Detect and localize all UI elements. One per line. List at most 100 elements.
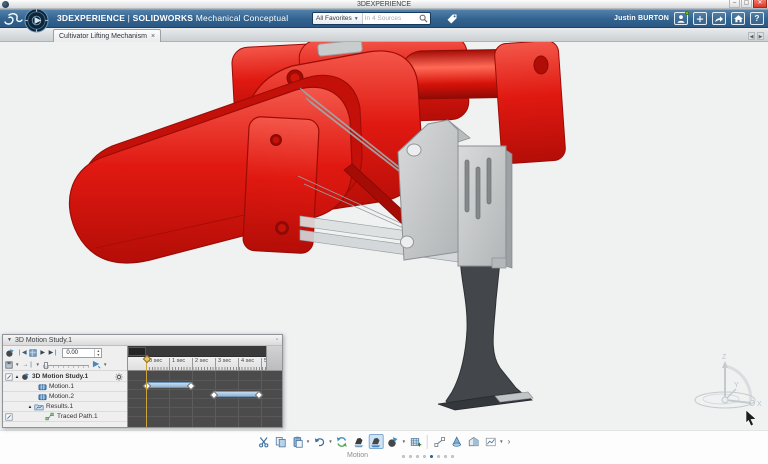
tree-label: Traced Path.1	[55, 413, 98, 420]
edit-state-icon	[5, 373, 13, 381]
page-dot[interactable]	[409, 455, 412, 458]
dropdown-caret[interactable]: ▼	[306, 439, 310, 444]
tree-row-motion1[interactable]: Motion.1	[3, 382, 127, 392]
timeline-corner[interactable]	[266, 346, 282, 371]
paste-button[interactable]	[290, 434, 305, 449]
shank-bracket[interactable]	[398, 120, 512, 268]
spinner-arrows[interactable]: ▲▼	[94, 349, 101, 357]
time-spinner[interactable]: 0.00 ▲▼	[62, 348, 102, 358]
dropdown-caret[interactable]: ▼	[402, 439, 406, 444]
search-button[interactable]	[417, 13, 430, 24]
tree-row-results[interactable]: ▲ Results.1	[3, 402, 127, 412]
copy-button[interactable]	[273, 434, 288, 449]
playback-icon	[387, 436, 399, 448]
undo-button[interactable]	[312, 434, 327, 449]
animate-button[interactable]	[352, 434, 367, 449]
window-title: 3DEXPERIENCE	[0, 0, 768, 9]
edit-state-icon	[5, 413, 13, 421]
maximize-button[interactable]: ▢	[741, 0, 752, 8]
tab-close-icon[interactable]: ×	[151, 33, 155, 40]
time-value: 0.00	[63, 350, 94, 356]
share-button[interactable]	[712, 12, 726, 25]
go-to-end-button[interactable]: ▶❘	[49, 348, 59, 358]
expand-arrow-icon[interactable]: ▲	[27, 404, 33, 409]
brand-solidworks: SOLIDWORKS	[133, 13, 194, 23]
page-dot[interactable]	[451, 455, 454, 458]
play-button[interactable]: ▶	[39, 348, 47, 358]
timeline-bar[interactable]	[213, 391, 260, 397]
dropdown-caret[interactable]: ▼	[328, 439, 332, 444]
motion-timeline[interactable]: 0 sec 1 sec 2 sec 3 sec 4 sec 5 sec	[127, 346, 282, 427]
more-tools-chevron[interactable]: ›	[506, 437, 513, 446]
dropdown-caret[interactable]: ▼	[103, 362, 107, 367]
3dcompass-button[interactable]	[24, 8, 49, 33]
brand-3dexperience: 3DEXPERIENCE	[57, 13, 125, 23]
mouse-cursor	[745, 410, 757, 427]
section-button[interactable]	[449, 434, 464, 449]
go-to-start-button[interactable]: ❘◀	[17, 348, 27, 358]
speed-slider[interactable]	[43, 361, 89, 369]
robot-triad-icon[interactable]: Z Y X	[691, 352, 763, 416]
mechanism-button[interactable]	[408, 434, 423, 449]
results-folder-icon	[34, 403, 44, 411]
time-cursor[interactable]	[146, 357, 147, 427]
prism-house-icon	[468, 436, 480, 448]
page-dot[interactable]	[437, 455, 440, 458]
page-dot[interactable]	[402, 455, 405, 458]
motion-mode-button[interactable]	[369, 434, 384, 449]
help-button[interactable]: ?	[750, 12, 764, 25]
tab-scroll-left[interactable]: ◀	[748, 32, 755, 40]
cut-button[interactable]	[256, 434, 271, 449]
timeline-scroll-thumb[interactable]	[128, 347, 146, 356]
minimize-button[interactable]: –	[729, 0, 740, 8]
page-dot[interactable]	[430, 455, 433, 458]
timeline-rows[interactable]	[128, 371, 282, 427]
timeline-scrollband[interactable]	[128, 346, 282, 357]
calculate-button[interactable]	[92, 360, 101, 370]
chart-button[interactable]	[483, 434, 498, 449]
measure-button[interactable]	[432, 434, 447, 449]
tag-button[interactable]	[444, 12, 459, 25]
dropdown-caret[interactable]: ▼	[15, 362, 19, 367]
tree-row-traced-path[interactable]: Traced Path.1	[3, 412, 127, 422]
collapse-chevron-icon[interactable]: ▼	[7, 337, 12, 343]
toolbar-separator	[427, 435, 428, 449]
add-content-button[interactable]	[693, 12, 707, 25]
page-dot[interactable]	[444, 455, 447, 458]
cultivator-shank[interactable]	[438, 256, 533, 410]
slider-handle[interactable]	[44, 362, 48, 369]
keyframe-button[interactable]	[29, 348, 37, 358]
user-icon	[676, 14, 686, 24]
home-icon	[733, 13, 744, 24]
tree-row-study[interactable]: ▲ 3D Motion Study.1	[3, 372, 127, 382]
panel-menu-icon[interactable]: ▫	[276, 337, 278, 343]
tree-label: Results.1	[44, 403, 73, 410]
motion-mode-icon	[370, 436, 382, 448]
playback-button[interactable]	[386, 434, 401, 449]
shaded-view-button[interactable]	[466, 434, 481, 449]
chart-icon	[485, 436, 497, 448]
search-scope-label: All Favorites	[316, 15, 352, 22]
dropdown-caret[interactable]: ▼	[499, 439, 503, 444]
timeline-bar[interactable]	[146, 382, 192, 388]
chevron-down-icon: ▼	[354, 16, 359, 22]
tab-scroll-right[interactable]: ▶	[757, 32, 764, 40]
close-button[interactable]: ✕	[753, 0, 767, 8]
dropdown-caret[interactable]: ▼	[36, 362, 40, 367]
home-button[interactable]	[731, 12, 745, 25]
search-scope-dropdown[interactable]: All Favorites ▼	[313, 13, 363, 24]
update-button[interactable]	[335, 434, 350, 449]
tree-row-motion2[interactable]: Motion.2	[3, 392, 127, 402]
document-tab[interactable]: Cultivator Lifting Mechanism ×	[53, 29, 161, 42]
save-animation-button[interactable]	[5, 360, 13, 370]
user-profile-button[interactable]	[674, 12, 688, 25]
tree-label: Motion.2	[47, 393, 74, 400]
tag-icon	[446, 13, 458, 25]
search-input[interactable]	[363, 13, 417, 24]
playback-mode-button[interactable]: →❘	[22, 360, 33, 370]
motion-panel-titlebar[interactable]: ▼ 3D Motion Study.1 ▫	[3, 335, 282, 346]
expand-arrow-icon[interactable]: ▲	[14, 374, 20, 379]
page-dot[interactable]	[423, 455, 426, 458]
motion-study-icon[interactable]	[5, 348, 15, 358]
page-dot[interactable]	[416, 455, 419, 458]
